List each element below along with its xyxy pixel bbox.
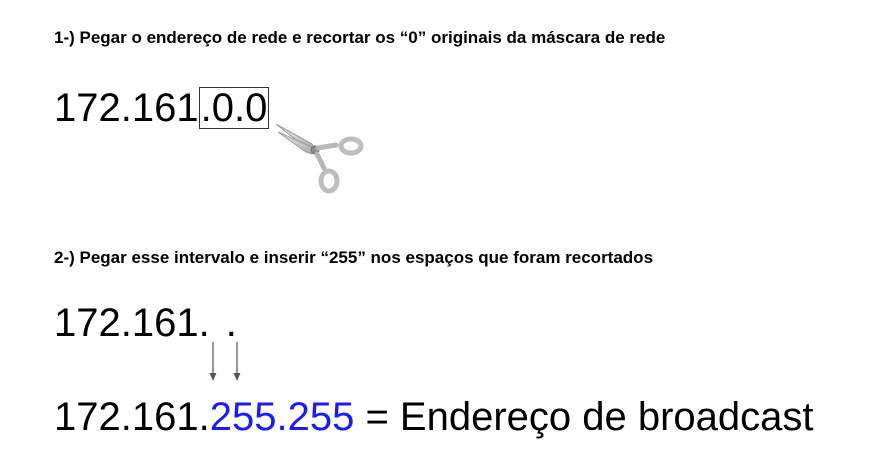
step2-title: 2-) Pegar esse intervalo e inserir “255”…: [54, 248, 654, 267]
broadcast-address: 172.161.255.255 = Endereço de broadcast: [54, 397, 814, 437]
broadcast-prefix: 172.161.: [54, 395, 210, 439]
scissors-icon: [275, 123, 364, 194]
arrow-down-icon: [233, 342, 241, 381]
step1-title: 1-) Pegar o endereço de rede e recortar …: [54, 28, 666, 47]
broadcast-label: = Endereço de broadcast: [354, 395, 814, 439]
cut-address-dot-a: .: [198, 301, 210, 345]
cut-address-prefix: 172.161: [54, 301, 199, 345]
broadcast-dot: .: [276, 395, 288, 439]
broadcast-octet-4: 255: [287, 395, 355, 439]
broadcast-octet-3: 255: [209, 395, 277, 439]
network-address-prefix: 172.161: [54, 86, 199, 130]
network-address: 172.161.0.0: [54, 86, 270, 130]
arrow-down-icon: [209, 342, 217, 381]
network-address-cut-part: .0.0: [198, 86, 270, 130]
cut-network-address: 172.161..: [54, 303, 237, 343]
cut-address-dot-b: .: [225, 301, 237, 345]
